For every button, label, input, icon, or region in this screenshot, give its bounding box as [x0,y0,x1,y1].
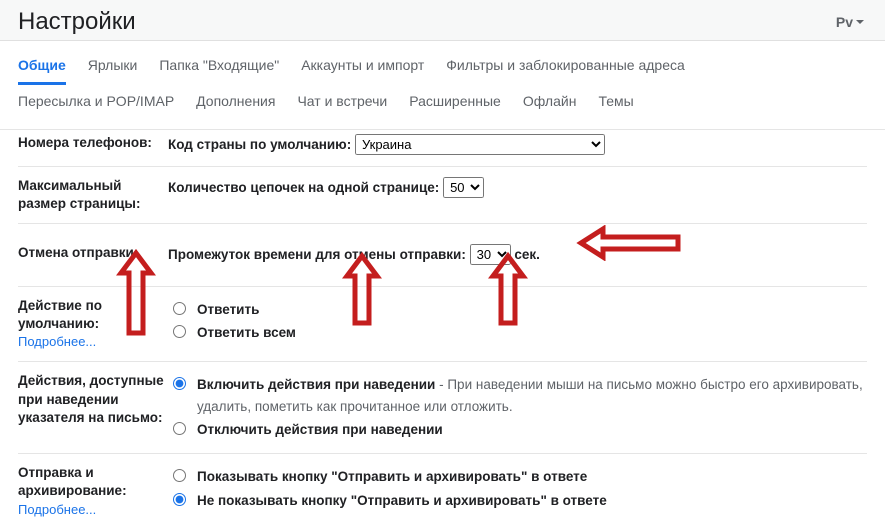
tab-inbox[interactable]: Папка "Входящие" [159,51,279,85]
tab-forwarding[interactable]: Пересылка и POP/IMAP [18,87,174,119]
tab-themes[interactable]: Темы [598,87,633,119]
radio-hover-on[interactable] [173,377,186,390]
radio-reply-label: Ответить [197,302,259,317]
tab-labels[interactable]: Ярлыки [88,51,138,85]
radio-hide-sendarchive[interactable] [173,493,186,506]
row-pagesize: Максимальный размер страницы: Количество… [18,167,867,224]
tab-filters[interactable]: Фильтры и заблокированные адреса [446,51,685,85]
label-default-reply: Действие по умолчанию: [18,298,102,331]
label-phone: Номера телефонов: [18,134,168,152]
chevron-down-icon [855,17,865,27]
link-more-defaultreply[interactable]: Подробнее... [18,334,96,349]
tab-general[interactable]: Общие [18,51,66,85]
row-phone: Номера телефонов: Код страны по умолчани… [18,130,867,167]
tabs-row-1: Общие Ярлыки Папка "Входящие" Аккаунты и… [18,51,867,85]
radio-reply-all[interactable] [173,325,186,338]
language-code: Pv [836,14,853,30]
tab-accounts[interactable]: Аккаунты и импорт [301,51,424,85]
radio-hover-off[interactable] [173,422,186,435]
radio-reply[interactable] [173,302,186,315]
language-selector[interactable]: Pv [836,14,865,30]
label-pagesize: Максимальный размер страницы: [18,177,168,213]
label-hover-actions: Действия, доступные при наведении указат… [18,372,168,427]
link-more-sendarchive[interactable]: Подробнее... [18,502,96,517]
radio-hide-sendarchive-label: Не показывать кнопку "Отправить и архиви… [197,493,607,508]
annotation-arrow-2 [342,248,382,328]
select-country-code[interactable]: Украина [355,134,605,155]
page-title: Настройки [18,8,136,36]
label-send-archive: Отправка и архивирование: [18,465,127,498]
annotation-arrow-4 [573,225,683,261]
select-pagesize[interactable]: 50 [443,177,484,198]
row-send-archive: Отправка и архивирование: Подробнее... П… [18,454,867,529]
radio-show-sendarchive[interactable] [173,469,186,482]
caption-phone: Код страны по умолчанию: [168,137,351,152]
radio-reply-all-label: Ответить всем [197,325,296,340]
tab-advanced[interactable]: Расширенные [409,87,501,119]
radio-hover-off-label: Отключить действия при наведении [197,422,443,437]
tabs-row-2: Пересылка и POP/IMAP Дополнения Чат и вс… [18,87,867,129]
annotation-arrow-1 [116,243,156,338]
radio-show-sendarchive-label: Показывать кнопку "Отправить и архивиров… [197,469,587,484]
tab-addons[interactable]: Дополнения [196,87,275,119]
annotation-arrow-3 [488,248,528,328]
caption-undo-send: Промежуток времени для отмены отправки: [168,247,466,262]
caption-pagesize: Количество цепочек на одной странице: [168,180,439,195]
tab-offline[interactable]: Офлайн [523,87,577,119]
tab-chat[interactable]: Чат и встречи [297,87,387,119]
row-hover-actions: Действия, доступные при наведении указат… [18,362,867,454]
radio-hover-on-label: Включить действия при наведении [197,377,435,392]
